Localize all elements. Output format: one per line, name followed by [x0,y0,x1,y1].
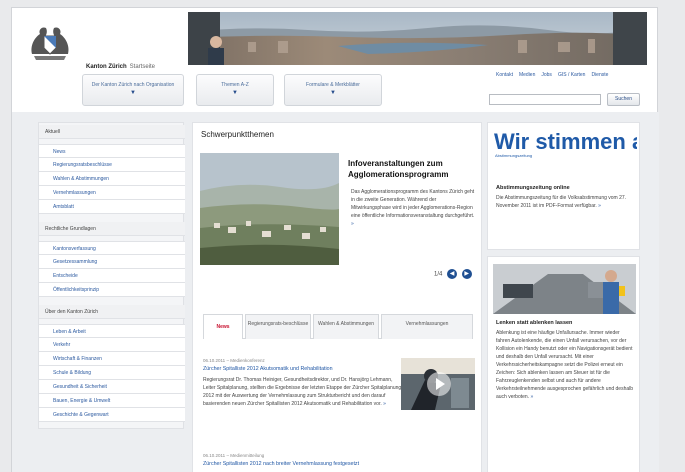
pager-count: 1/4 [434,271,443,278]
news-tabs: News Regierungsrats-beschlüsse Wahlen & … [203,313,473,339]
vote-more-link[interactable]: » [598,203,601,209]
vote-text-body: Die Abstimmungszeitung für die Volksabst… [496,195,627,209]
quicklinks: Kontakt Medien Jobs GIS / Karten Dienste [496,72,614,78]
news-body-text: Regierungsrat Dr. Thomas Heiniger, Gesun… [203,377,402,407]
pager-prev-button[interactable]: ◀ [447,269,458,279]
vote-banner-subtext: Abstimmungszeitung [495,153,533,158]
quicklink-dienste[interactable]: Dienste [591,72,608,78]
news-more-link[interactable]: » [383,401,386,407]
vote-banner-text: Wir stimmen a [494,129,637,154]
sidebar-section-rechtliche-grundlagen[interactable]: Rechtliche Grundlagen [39,222,185,236]
nav-formulare-label: Formulare & Merkblätter [306,82,360,88]
teaser-title[interactable]: Infoveranstaltungen zum Agglomerationspr… [348,158,478,180]
teaser-text: Das Agglomerationsprogramm des Kantons Z… [351,188,476,228]
news-title[interactable]: Zürcher Spitallisten 2012 nach breiter V… [203,461,359,467]
sidebar-item-wahlen[interactable]: Wahlen & Abstimmungen [39,172,185,186]
road-safety-title[interactable]: Lenken statt ablenken lassen [496,320,572,326]
sidebar: Aktuell News Regierungsratsbeschlüsse Wa… [38,122,185,429]
news-video-thumbnail[interactable] [401,358,475,410]
vote-banner[interactable]: Wir stimmen a Abstimmungszeitung [492,129,637,185]
vote-card: Wir stimmen a Abstimmungszeitung Abstimm… [487,122,640,250]
main-content: Schwerpunktthemen Infoveranstaltungen zu… [192,122,482,472]
teaser-image[interactable] [200,153,341,265]
sidebar-item-schule[interactable]: Schule & Bildung [39,366,185,380]
news-date: 06.10.2011 – Medienkonferenz [203,358,265,363]
chevron-down-icon: ▼ [130,90,136,96]
nav-formulare-button[interactable]: Formulare & Merkblätter ▼ [284,74,382,106]
tab-wahlen[interactable]: Wahlen & Abstimmungen [313,314,379,339]
quicklink-gis[interactable]: GIS / Karten [558,72,586,78]
sidebar-item-gesetzessammlung[interactable]: Gesetzessammlung [39,255,185,269]
vote-text: Die Abstimmungszeitung für die Volksabst… [496,194,634,210]
sidebar-item-amtsblatt[interactable]: Amtsblatt [39,200,185,214]
road-safety-more-link[interactable]: » [530,394,533,400]
news-title[interactable]: Zürcher Spitalliste 2012 Akutsomatik und… [203,366,333,372]
nav-organisation-button[interactable]: Der Kanton Zürich nach Organisation ▼ [82,74,184,106]
tab-regierungsratsbeschluesse[interactable]: Regierungsrats-beschlüsse [245,314,311,339]
page: Kanton Zürich Startseite Der Kanton Züri… [11,7,659,472]
quicklink-kontakt[interactable]: Kontakt [496,72,513,78]
sidebar-item-news[interactable]: News [39,144,185,158]
sidebar-item-leben-arbeit[interactable]: Leben & Arbeit [39,324,185,338]
header-panorama-image [188,12,647,65]
search-button[interactable]: Suchen [607,93,640,106]
sidebar-section-ueber-kanton[interactable]: Über den Kanton Zürich [39,305,185,319]
sidebar-item-verkehr[interactable]: Verkehr [39,338,185,352]
sidebar-item-vernehmlassungen[interactable]: Vernehmlassungen [39,186,185,200]
sidebar-item-kantonsverfassung[interactable]: Kantonsverfassung [39,241,185,255]
road-safety-image[interactable] [493,264,636,314]
tab-news[interactable]: News [203,314,243,339]
sidebar-item-bauen[interactable]: Bauen, Energie & Umwelt [39,394,185,408]
page-title: Schwerpunktthemen [201,130,274,139]
quicklink-jobs[interactable]: Jobs [541,72,552,78]
news-body: Regierungsrat Dr. Thomas Heiniger, Gesun… [203,376,403,408]
nav-organisation-label: Der Kanton Zürich nach Organisation [91,82,175,88]
brand-name: Kanton Zürich [86,64,127,70]
teaser-text-body: Das Agglomerationsprogramm des Kantons Z… [351,189,475,219]
main-navigation: Der Kanton Zürich nach Organisation ▼ Th… [82,74,382,106]
brand[interactable]: Kanton Zürich Startseite [86,64,155,70]
play-icon[interactable] [427,372,451,396]
nav-themen-label: Themen A-Z [221,82,249,88]
vote-title[interactable]: Abstimmungszeitung online [496,185,570,191]
nav-themen-button[interactable]: Themen A-Z ▼ [196,74,274,106]
sidebar-item-wirtschaft[interactable]: Wirtschaft & Finanzen [39,352,185,366]
chevron-down-icon: ▼ [232,90,238,96]
search-input[interactable] [489,94,601,105]
road-safety-card: Lenken statt ablenken lassen Ablenkung i… [487,256,640,472]
sidebar-item-oeffentlichkeitsprinzip[interactable]: Öffentlichkeitsprinzip [39,283,185,297]
quicklink-medien[interactable]: Medien [519,72,535,78]
canton-logo[interactable] [26,24,74,62]
road-safety-text: Ablenkung ist eine häufige Unfallursache… [496,329,634,401]
sidebar-item-entscheide[interactable]: Entscheide [39,269,185,283]
road-safety-text-body: Ablenkung ist eine häufige Unfallursache… [496,330,634,400]
teaser-more-link[interactable]: » [351,221,354,227]
chevron-down-icon: ▼ [330,90,336,96]
sidebar-item-geschichte[interactable]: Geschichte & Gegenwart [39,408,185,422]
sidebar-item-regierungsratsbeschluesse[interactable]: Regierungsratsbeschlüsse [39,158,185,172]
pager-next-button[interactable]: ▶ [461,269,472,279]
sidebar-section-aktuell[interactable]: Aktuell [39,125,185,139]
news-date: 06.10.2011 – Medienmitteilung [203,453,265,458]
brand-sub: Startseite [129,64,156,70]
tab-vernehmlassungen[interactable]: Vernehmlassungen [381,314,473,339]
sidebar-item-gesundheit[interactable]: Gesundheit & Sicherheit [39,380,185,394]
right-column: Wir stimmen a Abstimmungszeitung Abstimm… [487,122,640,472]
teaser-pager: 1/4 ◀ ▶ [434,269,472,279]
